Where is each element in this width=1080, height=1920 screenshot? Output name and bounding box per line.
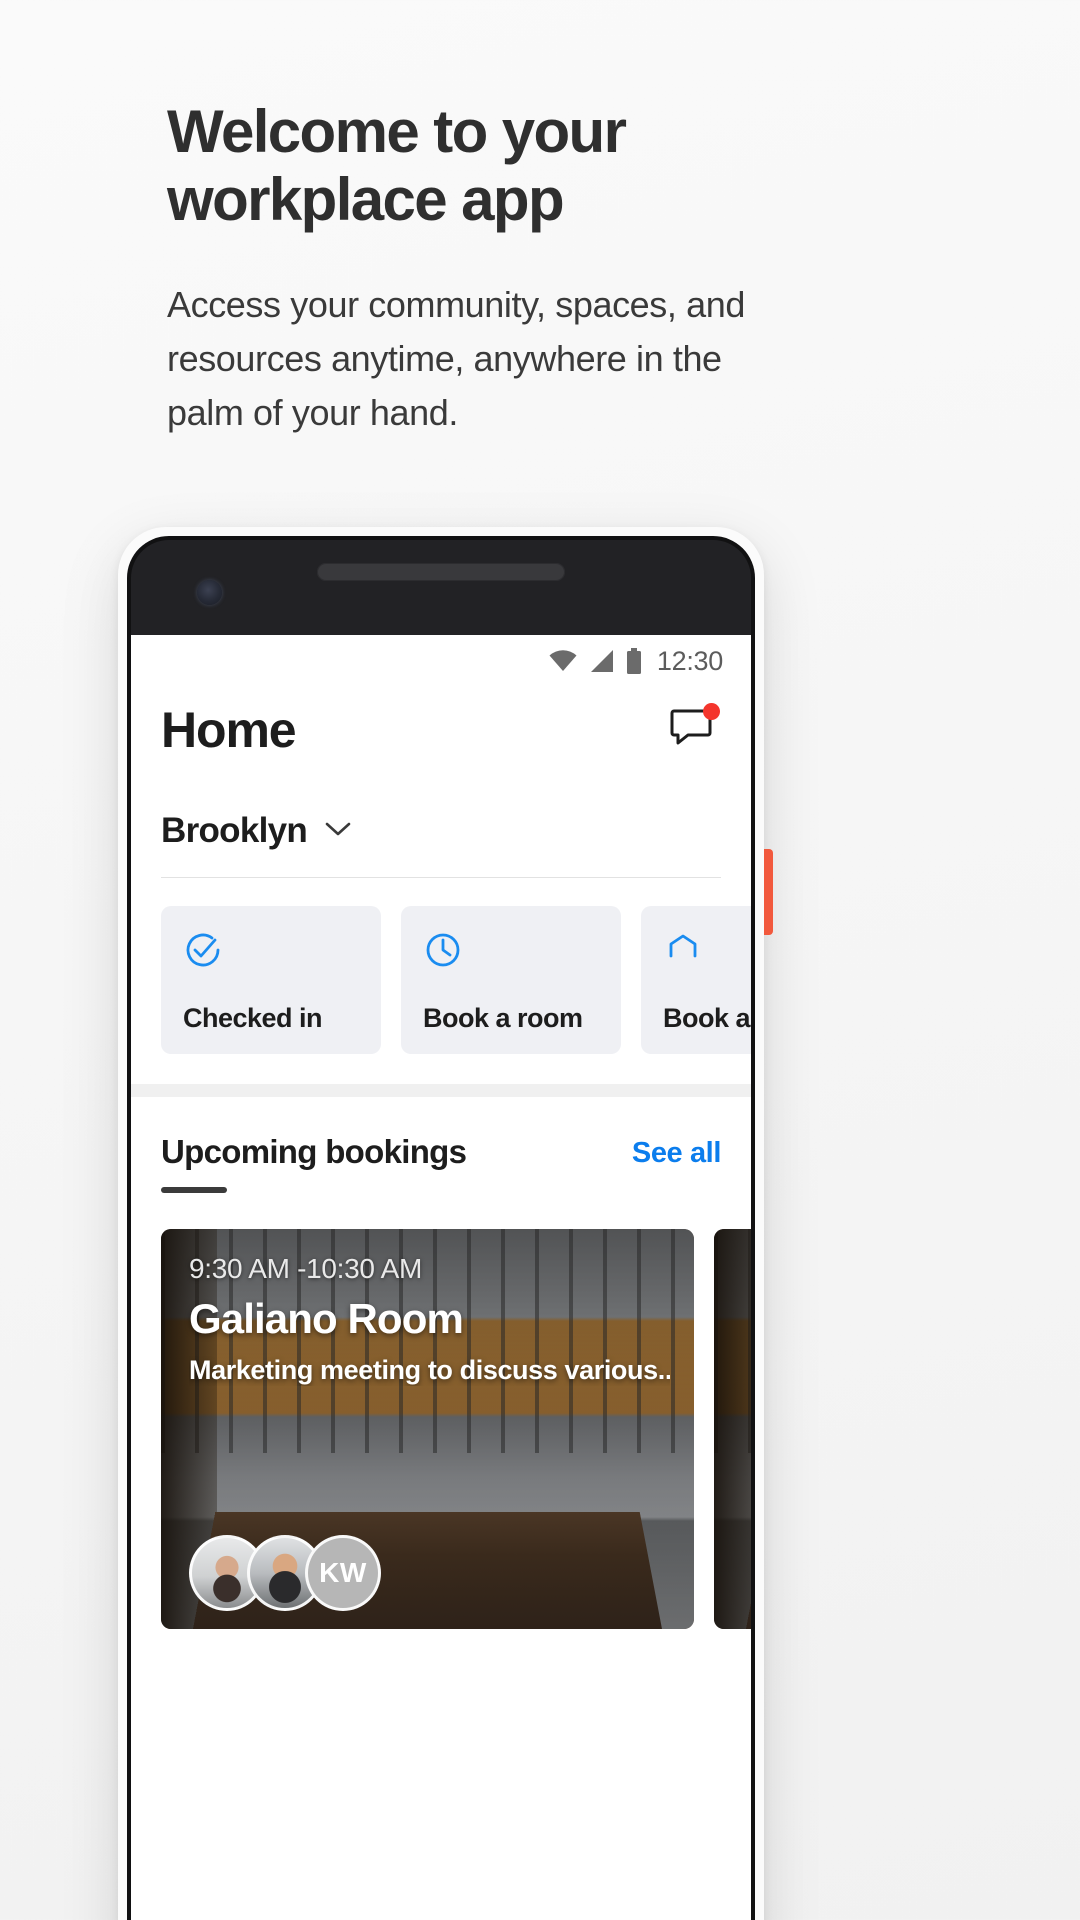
- front-camera-icon: [197, 580, 222, 605]
- cell-signal-icon: [589, 649, 615, 673]
- screen-title: Home: [161, 702, 297, 758]
- quick-action-label: Book a room: [423, 1003, 583, 1033]
- see-all-link[interactable]: See all: [632, 1133, 722, 1170]
- attendee-avatars: KW: [189, 1535, 381, 1611]
- quick-action-label: Checked in: [183, 1003, 323, 1033]
- status-bar: 12:30: [131, 635, 751, 687]
- phone-device-mockup: 12:30 Home Brooklyn Checked in Book a ro…: [118, 527, 773, 1920]
- booking-card[interactable]: 9:30 AM -10:30 AM Galiano Room Marketing…: [161, 1229, 694, 1629]
- wifi-icon: [548, 649, 578, 673]
- bookings-carousel[interactable]: 9:30 AM -10:30 AM Galiano Room Marketing…: [131, 1193, 751, 1629]
- section-title: Upcoming bookings: [161, 1133, 467, 1170]
- phone-body: 12:30 Home Brooklyn Checked in Book a ro…: [127, 536, 755, 1920]
- booking-card[interactable]: [714, 1229, 751, 1629]
- phone-screen: 12:30 Home Brooklyn Checked in Book a ro…: [131, 635, 751, 1920]
- quick-actions-carousel[interactable]: Checked in Book a room Book a: [131, 878, 751, 1054]
- quick-action-book-a-desk[interactable]: Book a desk: [641, 906, 751, 1054]
- desk-icon: [663, 930, 751, 970]
- quick-action-label: Book a desk: [663, 1003, 751, 1033]
- booking-room-name: Galiano Room: [189, 1295, 464, 1342]
- messages-button[interactable]: [665, 702, 721, 758]
- chevron-down-icon: [323, 820, 353, 843]
- location-selector[interactable]: Brooklyn: [131, 759, 751, 851]
- location-name: Brooklyn: [161, 811, 308, 850]
- page-title: Welcome to your workplace app: [167, 98, 627, 233]
- app-header: Home: [131, 687, 751, 759]
- status-time: 12:30: [656, 645, 723, 676]
- unread-badge: [703, 703, 720, 720]
- booking-time: 9:30 AM -10:30 AM: [189, 1253, 423, 1284]
- side-button[interactable]: [764, 849, 773, 935]
- quick-action-checked-in[interactable]: Checked in: [161, 906, 381, 1054]
- booking-card-content: 9:30 AM -10:30 AM Galiano Room Marketing…: [189, 1253, 670, 1386]
- booking-description: Marketing meeting to discuss various...: [189, 1355, 670, 1385]
- avatar-initials: KW: [305, 1535, 381, 1611]
- quick-action-book-a-room[interactable]: Book a room: [401, 906, 621, 1054]
- clock-icon: [423, 930, 599, 970]
- earpiece-speaker-icon: [317, 563, 565, 581]
- promo-block: Welcome to your workplace app Access you…: [167, 98, 807, 440]
- photo-shade: [714, 1229, 751, 1629]
- section-separator: [131, 1084, 751, 1097]
- check-circle-icon: [183, 930, 359, 970]
- promo-subtitle: Access your community, spaces, and resou…: [167, 284, 745, 433]
- battery-icon: [626, 648, 642, 674]
- upcoming-bookings-header: Upcoming bookings See all: [131, 1097, 751, 1193]
- section-underline: [161, 1187, 227, 1193]
- phone-bezel: 12:30 Home Brooklyn Checked in Book a ro…: [131, 540, 751, 1920]
